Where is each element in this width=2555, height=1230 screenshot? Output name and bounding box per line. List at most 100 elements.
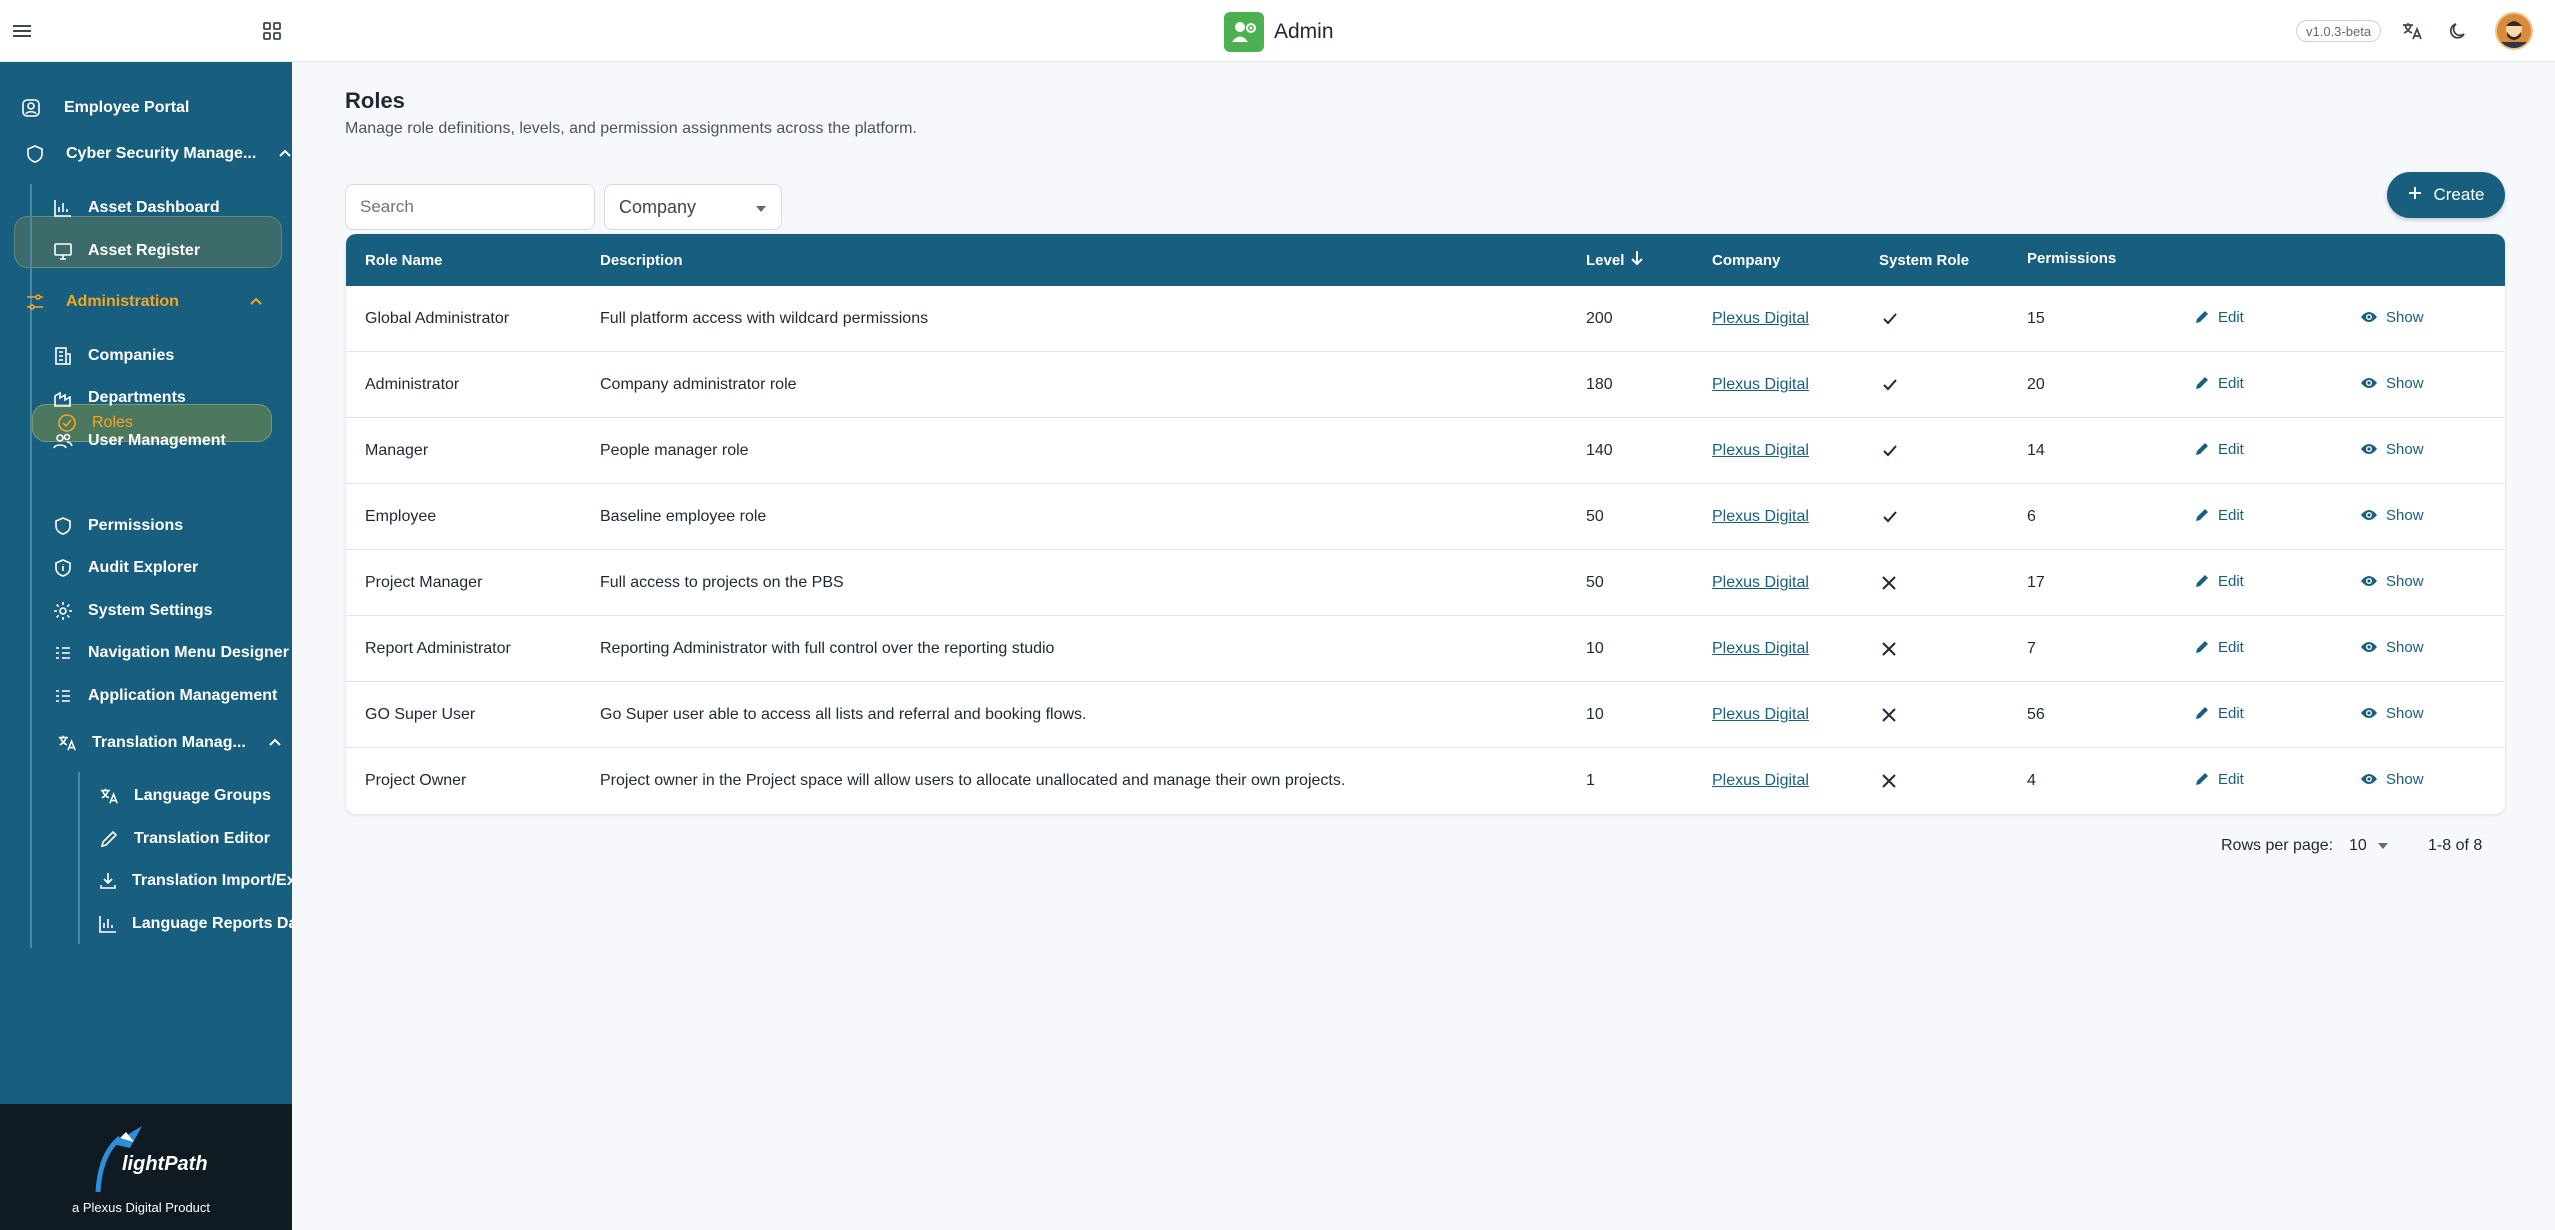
company-cell[interactable]: Plexus Digital [1712,286,1809,352]
edit-label: Edit [2218,506,2244,524]
company-cell[interactable]: Plexus Digital [1712,748,1809,814]
rows-per-page-label: Rows per page: [2221,837,2334,854]
company-link[interactable]: Plexus Digital [1712,772,1809,790]
description-cell: Company administrator role [600,376,797,393]
sidebar-item-cyber-security[interactable]: Cyber Security Manage... [24,136,292,172]
company-link[interactable]: Plexus Digital [1712,574,1809,592]
eye-icon [2360,640,2378,654]
column-header-system-role[interactable]: System Role [1879,234,1969,286]
column-header-level[interactable]: Level [1586,234,1644,286]
sidebar-item-label: Translation Editor [134,830,271,847]
translate-icon[interactable] [2398,17,2426,45]
edit-button[interactable]: Edit [2194,746,2244,812]
company-link[interactable]: Plexus Digital [1712,508,1809,526]
show-button[interactable]: Show [2360,680,2424,746]
column-header-description[interactable]: Description [600,234,683,286]
table-row[interactable]: Project Manager Full access to projects o… [346,550,2505,616]
rows-per-page-select[interactable]: 10 [2349,832,2389,860]
shield-icon [52,515,74,537]
show-button[interactable]: Show [2360,548,2424,614]
sidebar-item-companies[interactable]: Companies [52,338,174,374]
sidebar-item-navigation-menu-designer[interactable]: Navigation Menu Designer [52,635,289,671]
description-cell: Go Super user able to access all lists a… [600,706,1087,723]
column-header-role-name[interactable]: Role Name [365,234,443,286]
check-icon [1881,310,1899,328]
show-label: Show [2386,770,2424,788]
edit-label: Edit [2218,440,2244,458]
show-button[interactable]: Show [2360,350,2424,416]
level-cell: 1 [1586,772,1595,789]
chevron-up-icon [249,293,263,311]
company-cell[interactable]: Plexus Digital [1712,484,1809,550]
table-row[interactable]: Employee Baseline employee role 50 Plexus D… [346,484,2505,550]
footer-tagline: a Plexus Digital Product [72,1200,211,1215]
table-row[interactable]: Report Administrator Reporting Administra… [346,616,2505,682]
edit-button[interactable]: Edit [2194,548,2244,614]
company-link[interactable]: Plexus Digital [1712,376,1809,394]
sidebar-item-translation-management[interactable]: Translation Manag... [56,725,282,761]
edit-button[interactable]: Edit [2194,482,2244,548]
create-button[interactable]: Create [2387,172,2505,218]
pencil-icon [2194,705,2210,721]
edit-button[interactable]: Edit [2194,614,2244,680]
company-link[interactable]: Plexus Digital [1712,442,1809,460]
sidebar-item-permissions[interactable]: Permissions [52,508,183,544]
table-row[interactable]: Administrator Company administrator role 1… [346,352,2505,418]
company-cell[interactable]: Plexus Digital [1712,616,1809,682]
sidebar-item-system-settings[interactable]: System Settings [52,593,212,629]
company-link[interactable]: Plexus Digital [1712,640,1809,658]
sidebar-item-translation-import-export[interactable]: Translation Import/Exp [98,863,292,899]
sidebar-item-asset-register[interactable]: Asset Register [52,233,200,269]
edit-button[interactable]: Edit [2194,284,2244,350]
table-row[interactable]: GO Super User Go Super user able to acces… [346,682,2505,748]
role-name-cell: Global Administrator [365,310,510,327]
system-role-cell [1881,484,1899,550]
level-cell: 180 [1586,376,1613,393]
sidebar-item-language-groups[interactable]: Language Groups [98,778,271,814]
sidebar-item-roles[interactable]: Roles [56,405,133,441]
table-row[interactable]: Global Administrator Full platform access… [346,286,2505,352]
show-button[interactable]: Show [2360,482,2424,548]
company-cell[interactable]: Plexus Digital [1712,352,1809,418]
column-header-permissions[interactable]: Permissions [2027,234,2116,284]
show-button[interactable]: Show [2360,416,2424,482]
show-label: Show [2386,704,2424,722]
sidebar-item-translation-editor[interactable]: Translation Editor [98,821,270,857]
column-header-company[interactable]: Company [1712,234,1780,286]
user-avatar[interactable] [2495,12,2533,50]
description-cell: Baseline employee role [600,508,767,525]
app-brand[interactable]: Admin [1224,12,1334,52]
apps-grid-icon[interactable] [258,17,286,45]
show-button[interactable]: Show [2360,284,2424,350]
eye-icon [2360,442,2378,456]
sidebar-item-employee-portal[interactable]: Employee Portal [20,90,189,126]
company-select[interactable]: Company [604,184,782,230]
table-row[interactable]: Manager People manager role 140 Plexus Digi… [346,418,2505,484]
company-link[interactable]: Plexus Digital [1712,706,1809,724]
edit-label: Edit [2218,572,2244,590]
company-cell[interactable]: Plexus Digital [1712,682,1809,748]
edit-button[interactable]: Edit [2194,350,2244,416]
sidebar-item-application-management[interactable]: Application Management [52,678,277,714]
company-cell[interactable]: Plexus Digital [1712,418,1809,484]
search-input[interactable] [345,184,595,230]
show-button[interactable]: Show [2360,614,2424,680]
table-row[interactable]: Project Owner Project owner in the Projec… [346,748,2505,814]
menu-icon[interactable] [8,17,36,45]
close-icon [1881,773,1897,789]
flightpath-logo: lightPath [90,1124,208,1196]
level-cell: 200 [1586,310,1613,327]
edit-button[interactable]: Edit [2194,680,2244,746]
shield-info-icon [52,557,74,579]
company-cell[interactable]: Plexus Digital [1712,550,1809,616]
sidebar-item-asset-dashboard[interactable]: Asset Dashboard [52,190,220,226]
system-role-cell [1881,748,1897,814]
sidebar-item-administration[interactable]: Administration [24,284,263,320]
show-button[interactable]: Show [2360,746,2424,812]
company-link[interactable]: Plexus Digital [1712,310,1809,328]
building-icon [52,345,74,367]
dark-mode-icon[interactable] [2444,17,2472,45]
sidebar-item-audit-explorer[interactable]: Audit Explorer [52,550,198,586]
edit-button[interactable]: Edit [2194,416,2244,482]
sidebar-item-language-reports-dashboard[interactable]: Language Reports Das [98,906,292,942]
